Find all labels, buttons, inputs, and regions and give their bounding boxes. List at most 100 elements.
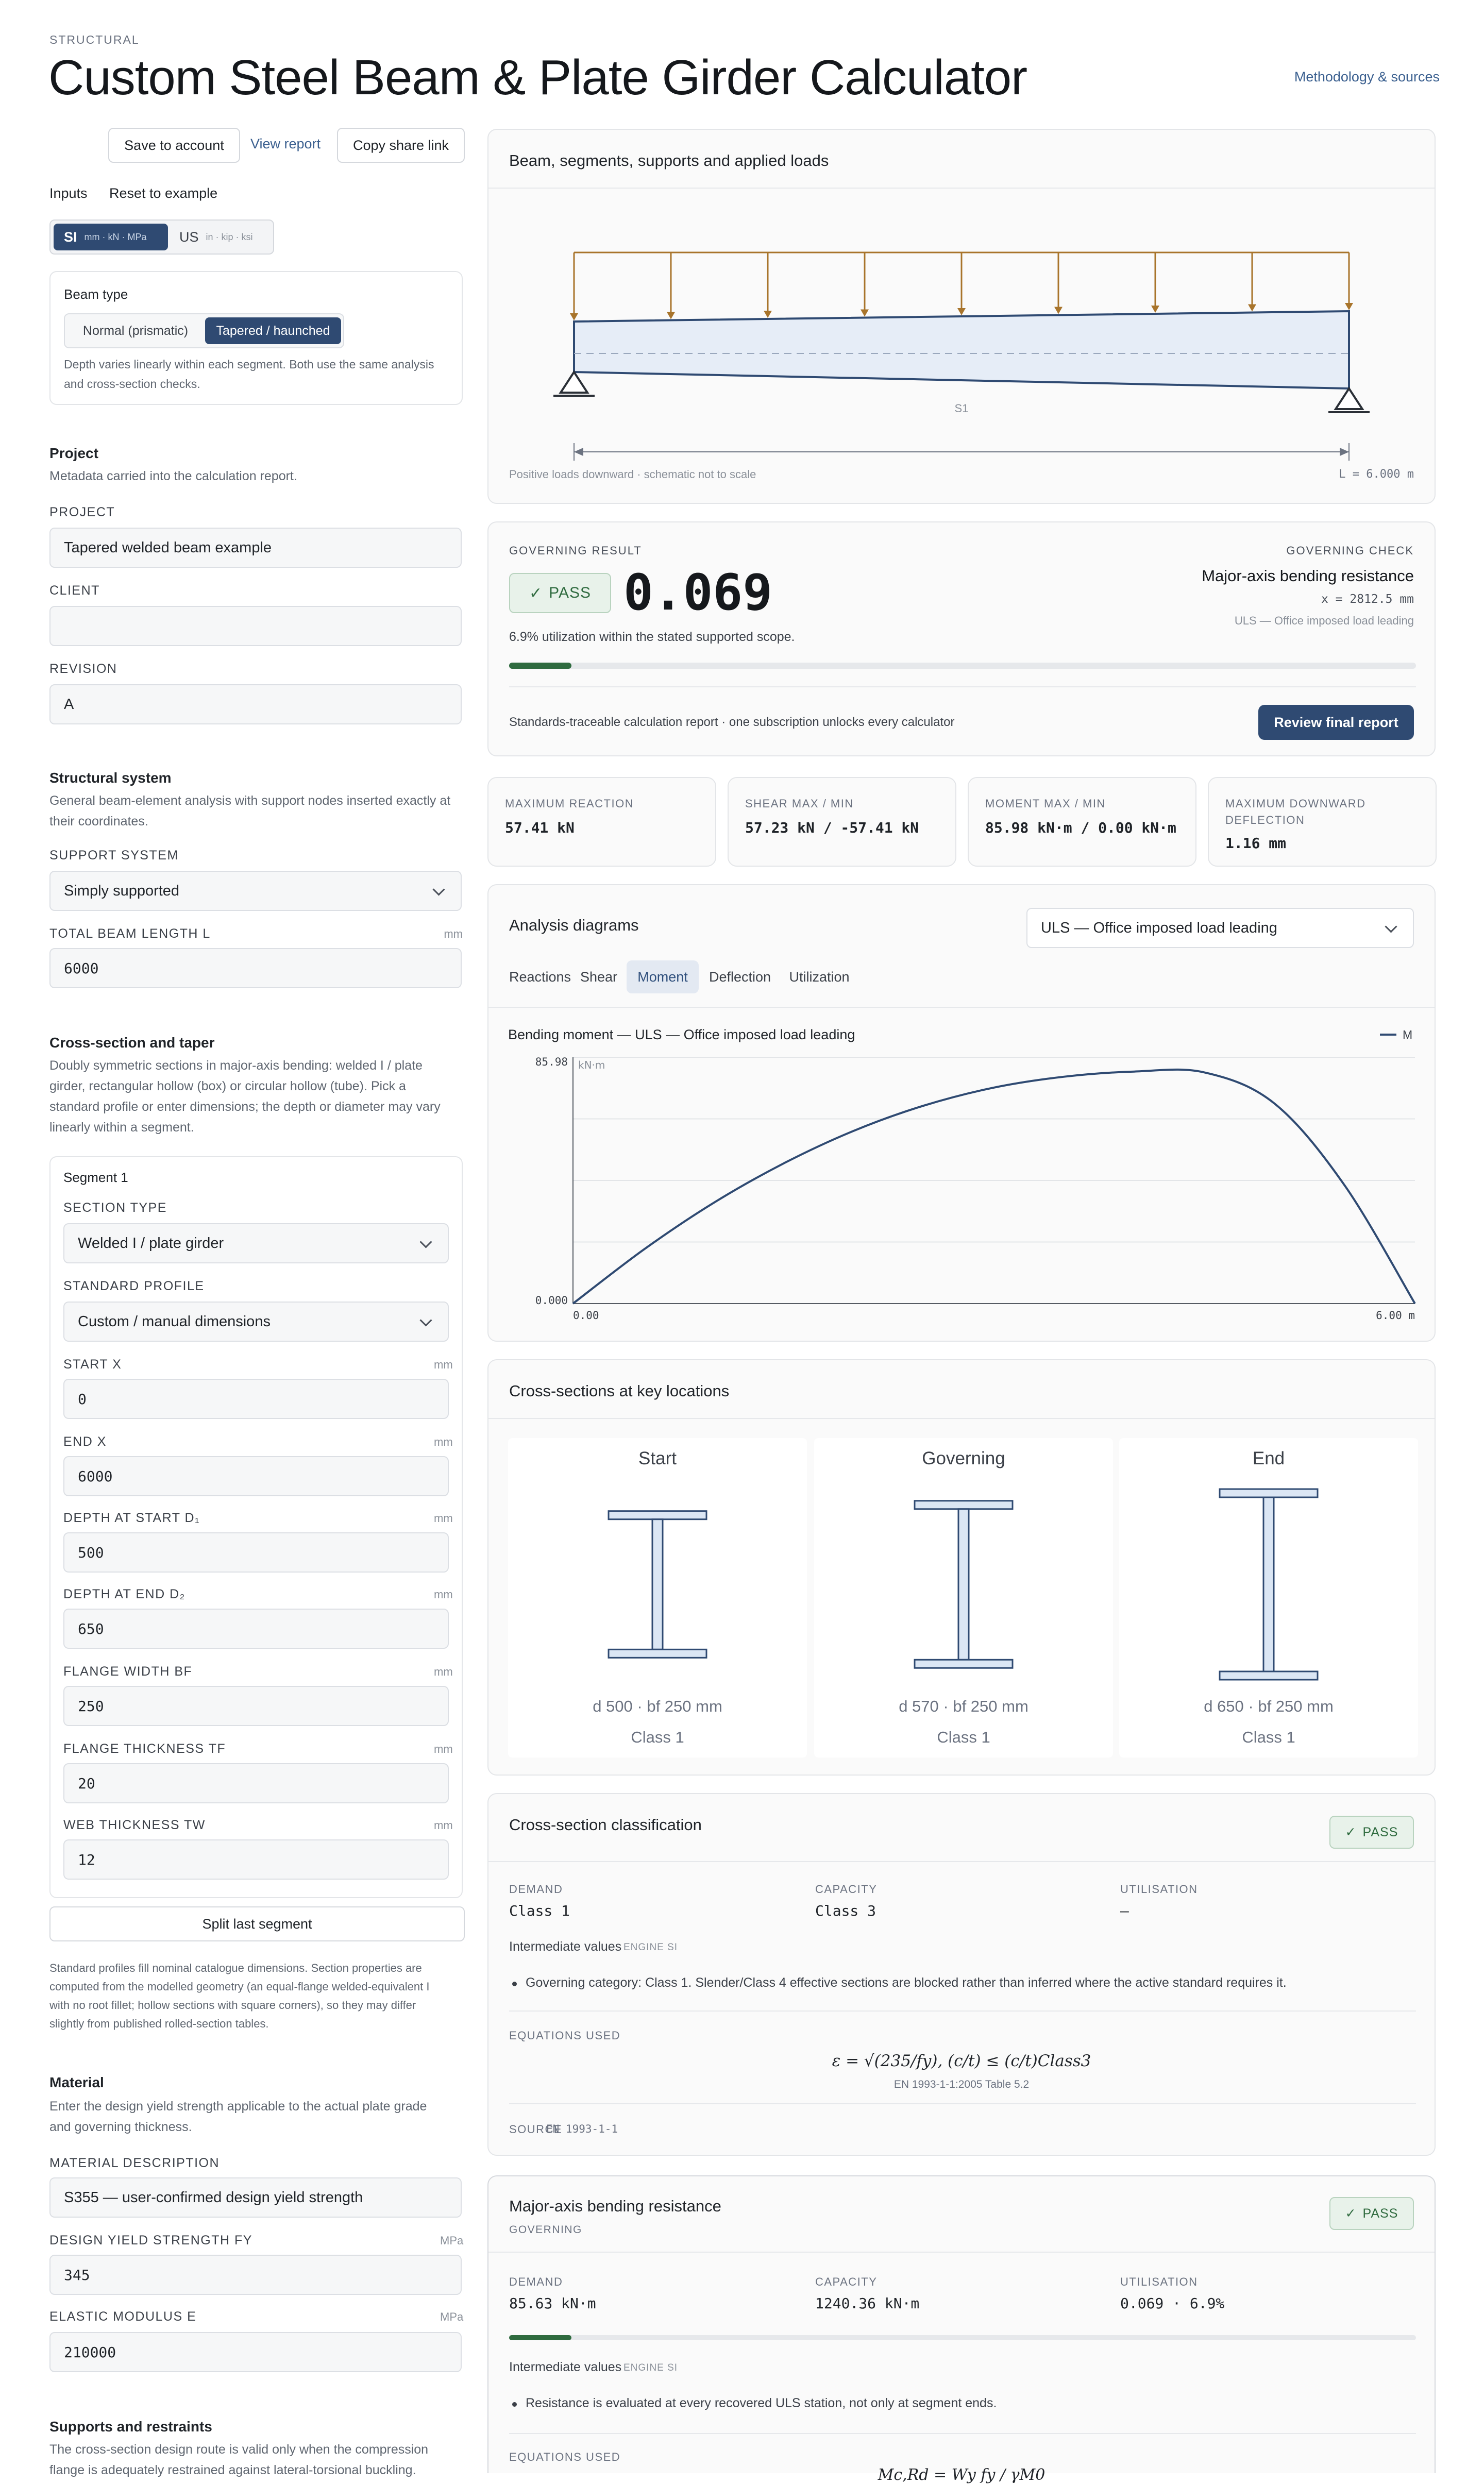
beam-type-segmented: Normal (prismatic) Tapered / haunched bbox=[64, 313, 344, 348]
start-x-unit: mm bbox=[434, 1358, 453, 1371]
beam-type-help: Depth varies linearly within each segmen… bbox=[64, 354, 434, 394]
beam-type-help-line: and cross-section checks. bbox=[64, 377, 200, 391]
cross-section-title: Cross-section and taper bbox=[49, 1035, 215, 1051]
tab-reactions[interactable]: Reactions bbox=[509, 960, 571, 993]
support-system-select[interactable]: Simply supported bbox=[49, 871, 462, 911]
depth-start-input[interactable]: 500 bbox=[63, 1532, 449, 1573]
yield-strength-input[interactable]: 345 bbox=[49, 2255, 462, 2295]
methodology-link[interactable]: Methodology & sources bbox=[1294, 69, 1440, 85]
chevron-down-icon bbox=[1385, 920, 1397, 933]
client-label: CLIENT bbox=[49, 583, 100, 598]
y-tick-min: 0.000 bbox=[535, 1294, 568, 1307]
web-thickness-label: WEB THICKNESS TW bbox=[63, 1818, 206, 1832]
bending-status: PASS bbox=[1362, 2206, 1398, 2221]
standard-profile-select[interactable]: Custom / manual dimensions bbox=[63, 1302, 449, 1342]
split-last-segment-button[interactable]: Split last segment bbox=[49, 1906, 465, 1941]
flange-thickness-input[interactable]: 20 bbox=[63, 1763, 449, 1803]
chevron-down-icon bbox=[419, 1314, 432, 1327]
capacity-label: CAPACITY bbox=[815, 2275, 878, 2288]
material-description-input[interactable]: S355 — user-confirmed design yield stren… bbox=[49, 2177, 462, 2218]
view-report-link[interactable]: View report bbox=[250, 136, 321, 152]
unit-si-option[interactable]: SI mm · kN · MPa bbox=[54, 224, 168, 250]
unit-us-option[interactable]: US in · kip · ksi bbox=[174, 224, 272, 250]
utilisation-value: — bbox=[1120, 1902, 1129, 1919]
revision-label: REVISION bbox=[49, 662, 117, 676]
page-title: Custom Steel Beam & Plate Girder Calcula… bbox=[48, 50, 1027, 105]
supports-desc: The cross-section design route is valid … bbox=[49, 2439, 428, 2480]
material-desc: Enter the design yield strength applicab… bbox=[49, 2096, 427, 2137]
section-governing-class: Class 1 bbox=[937, 1728, 990, 1746]
i-section-governing-svg bbox=[914, 1500, 1014, 1669]
start-x-input[interactable]: 0 bbox=[63, 1379, 449, 1419]
governing-tag: GOVERNING bbox=[509, 2224, 582, 2236]
tab-moment[interactable]: Moment bbox=[627, 960, 699, 993]
result-overline: GOVERNING RESULT bbox=[509, 544, 642, 557]
note-line: computed from the modelled geometry (an … bbox=[49, 1980, 430, 1993]
stat-label-line: DEFLECTION bbox=[1225, 814, 1305, 826]
tab-deflection[interactable]: Deflection bbox=[702, 960, 778, 993]
support-system-label: SUPPORT SYSTEM bbox=[49, 848, 179, 863]
check-icon: ✓ bbox=[529, 584, 543, 602]
engine-tag: ENGINE SI bbox=[623, 1942, 678, 1953]
stat-card-reaction: MAXIMUM REACTION 57.41 kN bbox=[487, 777, 716, 867]
classification-status: PASS bbox=[1362, 1824, 1398, 1839]
section-type-label: SECTION TYPE bbox=[63, 1201, 167, 1215]
beam-length-input[interactable]: 6000 bbox=[49, 948, 462, 988]
flange-width-label: FLANGE WIDTH BF bbox=[63, 1664, 193, 1679]
save-to-account-button[interactable]: Save to account bbox=[108, 128, 240, 163]
elastic-modulus-label: ELASTIC MODULUS E bbox=[49, 2309, 197, 2324]
divider bbox=[488, 1418, 1435, 1419]
elastic-modulus-input[interactable]: 210000 bbox=[49, 2332, 462, 2372]
reset-to-example-button[interactable]: Reset to example bbox=[109, 185, 217, 201]
tapered-beam-shape bbox=[573, 310, 1350, 390]
result-utilization-bar bbox=[509, 663, 1416, 669]
load-arrow-head bbox=[667, 312, 675, 319]
review-final-report-button[interactable]: Review final report bbox=[1258, 705, 1414, 740]
schematic-length-note: L = 6.000 m bbox=[1339, 468, 1414, 481]
load-arrow-head bbox=[570, 313, 578, 320]
material-title: Material bbox=[49, 2074, 104, 2090]
depth-end-unit: mm bbox=[434, 1588, 453, 1601]
y-tick-max: 85.98 bbox=[535, 1056, 568, 1068]
stat-label: MOMENT MAX / MIN bbox=[985, 797, 1106, 810]
project-input[interactable]: Tapered welded beam example bbox=[49, 528, 462, 568]
combination-select[interactable]: ULS — Office imposed load leading bbox=[1026, 908, 1414, 948]
profile-note: Standard profiles fill nominal catalogue… bbox=[49, 1959, 429, 2033]
end-x-input[interactable]: 6000 bbox=[63, 1456, 449, 1496]
start-x-label: START x bbox=[63, 1357, 122, 1372]
load-arrow-head bbox=[861, 309, 869, 317]
load-arrow-head bbox=[1151, 306, 1159, 313]
revision-input[interactable]: A bbox=[49, 684, 462, 724]
demand-value: 85.63 kN·m bbox=[509, 2295, 596, 2312]
utilisation-label: UTILISATION bbox=[1120, 2275, 1198, 2288]
note-line: with no root fillet; hollow sections wit… bbox=[49, 1999, 416, 2012]
top-flange bbox=[914, 1500, 1014, 1510]
bottom-flange bbox=[914, 1659, 1014, 1669]
desc-line: Enter the design yield strength applicab… bbox=[49, 2099, 427, 2114]
tab-shear[interactable]: Shear bbox=[574, 960, 623, 993]
source-value: EN 1993-1-1 bbox=[546, 2123, 618, 2135]
divider bbox=[509, 2103, 1416, 2104]
section-start: Start d 500 · bf 250 mm Class 1 bbox=[508, 1438, 807, 1758]
demand-label: DEMAND bbox=[509, 1883, 563, 1896]
depth-end-input[interactable]: 650 bbox=[63, 1609, 449, 1649]
engine-tag: ENGINE SI bbox=[623, 2362, 678, 2373]
depth-end-label: DEPTH AT END D₂ bbox=[63, 1587, 185, 1601]
stat-card-deflection: MAXIMUM DOWNWARD DEFLECTION 1.16 mm bbox=[1208, 777, 1437, 867]
structural-system-title: Structural system bbox=[49, 770, 172, 786]
beam-type-tapered-option[interactable]: Tapered / haunched bbox=[205, 317, 341, 344]
stat-label: SHEAR MAX / MIN bbox=[745, 797, 854, 810]
flange-width-input[interactable]: 250 bbox=[63, 1686, 449, 1726]
web bbox=[651, 1518, 664, 1650]
web bbox=[957, 1508, 970, 1661]
section-type-select[interactable]: Welded I / plate girder bbox=[63, 1223, 449, 1263]
project-label: PROJECT bbox=[49, 505, 115, 519]
client-input[interactable] bbox=[49, 606, 462, 646]
tab-utilization[interactable]: Utilization bbox=[781, 960, 857, 993]
classification-equation-ref: EN 1993-1-1:2005 Table 5.2 bbox=[893, 2079, 1030, 2090]
end-x-label: END x bbox=[63, 1434, 107, 1449]
stat-label: MAXIMUM DOWNWARD DEFLECTION bbox=[1225, 796, 1366, 829]
copy-share-link-button[interactable]: Copy share link bbox=[337, 128, 465, 163]
web-thickness-input[interactable]: 12 bbox=[63, 1839, 449, 1880]
beam-type-normal-option[interactable]: Normal (prismatic) bbox=[68, 317, 203, 344]
